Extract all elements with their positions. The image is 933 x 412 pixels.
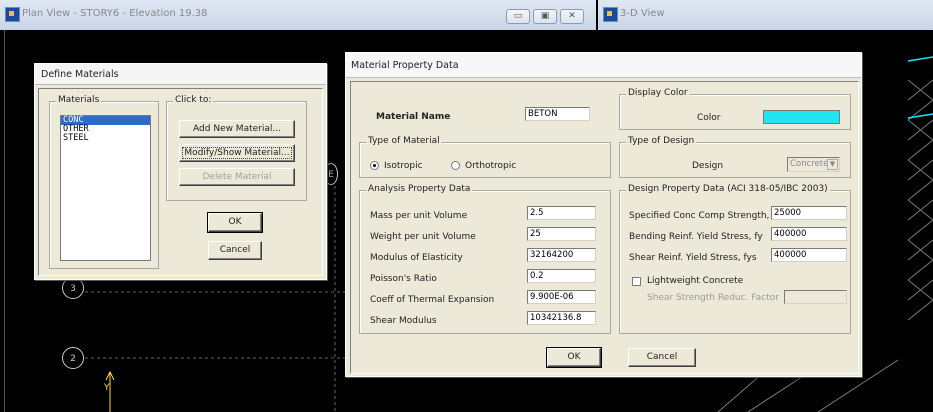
material-name-label: Material Name bbox=[376, 112, 451, 122]
display-color-label: Display Color bbox=[626, 88, 690, 98]
color-swatch[interactable] bbox=[763, 110, 840, 124]
ok-button[interactable]: OK bbox=[546, 347, 602, 368]
design-label: Design bbox=[692, 161, 724, 171]
lightweight-concrete-checkbox[interactable] bbox=[632, 277, 641, 286]
materials-group-label: Materials bbox=[56, 95, 102, 105]
isotropic-radio[interactable] bbox=[370, 161, 379, 170]
fy-stress-input[interactable]: 400000 bbox=[771, 227, 847, 241]
display-color-group: Display Color Color bbox=[619, 88, 851, 130]
3d-view-title: 3-D View bbox=[620, 8, 665, 19]
plan-view-titlebar[interactable]: Plan View - STORY6 - Elevation 19.38 ▭ ▣… bbox=[0, 0, 596, 30]
cancel-button[interactable]: Cancel bbox=[208, 241, 262, 260]
fc-strength-label: Specified Conc Comp Strength, f'c bbox=[629, 211, 783, 221]
analysis-property-group: Analysis Property Data Mass per unit Vol… bbox=[359, 184, 611, 334]
type-of-design-group: Type of Design Design Concrete ▼ bbox=[619, 136, 851, 178]
delete-material-button[interactable]: Delete Material bbox=[179, 168, 295, 186]
weight-per-volume-label: Weight per unit Volume bbox=[370, 232, 476, 242]
click-to-label: Click to: bbox=[173, 95, 214, 105]
y-axis-label: Y bbox=[104, 383, 110, 393]
material-property-body: Material Name BETON Type of Material Iso… bbox=[350, 81, 859, 374]
orthotropic-label: Orthotropic bbox=[465, 161, 517, 171]
thermal-expansion-label: Coeff of Thermal Expansion bbox=[370, 295, 495, 305]
define-materials-body: Materials CONC OTHER STEEL Click to: Add… bbox=[38, 88, 323, 276]
orthotropic-radio[interactable] bbox=[451, 161, 460, 170]
list-item[interactable]: STEEL bbox=[61, 134, 150, 143]
materials-group: Materials CONC OTHER STEEL bbox=[49, 95, 159, 269]
plan-view-title: Plan View - STORY6 - Elevation 19.38 bbox=[22, 8, 208, 19]
design-property-label: Design Property Data (ACI 318-05/IBC 200… bbox=[626, 184, 830, 194]
etabs-app-icon bbox=[5, 7, 20, 22]
add-new-material-button[interactable]: Add New Material... bbox=[179, 120, 295, 138]
type-of-material-label: Type of Material bbox=[366, 136, 442, 146]
weight-per-volume-input[interactable]: 25 bbox=[527, 227, 596, 241]
design-property-group: Design Property Data (ACI 318-05/IBC 200… bbox=[619, 184, 851, 334]
thermal-expansion-input[interactable]: 9.900E-06 bbox=[527, 290, 596, 304]
fy-stress-label: Bending Reinf. Yield Stress, fy bbox=[629, 232, 763, 242]
analysis-property-label: Analysis Property Data bbox=[366, 184, 473, 194]
modulus-of-elasticity-input[interactable]: 32164200 bbox=[527, 248, 596, 262]
ok-button[interactable]: OK bbox=[207, 212, 263, 233]
design-select-value: Concrete bbox=[790, 159, 829, 169]
materials-list[interactable]: CONC OTHER STEEL bbox=[60, 115, 151, 261]
define-materials-titlebar[interactable]: Define Materials bbox=[35, 64, 326, 85]
modify-show-material-button[interactable]: Modify/Show Material... bbox=[179, 144, 295, 162]
shear-strength-reduc-label: Shear Strength Reduc. Factor bbox=[647, 293, 779, 303]
material-property-title: Material Property Data bbox=[351, 60, 459, 71]
poissons-ratio-input[interactable]: 0.2 bbox=[527, 269, 596, 283]
define-materials-title: Define Materials bbox=[41, 69, 119, 80]
shear-strength-reduc-input[interactable] bbox=[784, 290, 847, 304]
grid-bubble-3: 3 bbox=[62, 277, 84, 299]
grid-bubble-2: 2 bbox=[62, 347, 84, 369]
type-of-design-label: Type of Design bbox=[626, 136, 697, 146]
modulus-of-elasticity-label: Modulus of Elasticity bbox=[370, 253, 463, 263]
lightweight-concrete-label: Lightweight Concrete bbox=[647, 276, 744, 286]
mass-per-volume-input[interactable]: 2.5 bbox=[527, 206, 596, 220]
type-of-material-group: Type of Material Isotropic Orthotropic bbox=[359, 136, 611, 178]
3d-view-titlebar[interactable]: 3-D View bbox=[598, 0, 933, 30]
fc-strength-input[interactable]: 25000 bbox=[771, 206, 847, 220]
color-label: Color bbox=[697, 113, 721, 123]
define-materials-dialog[interactable]: Define Materials Materials CONC OTHER ST… bbox=[34, 63, 327, 280]
etabs-app-icon bbox=[603, 7, 618, 22]
close-icon[interactable]: ✕ bbox=[560, 9, 584, 24]
shear-modulus-input[interactable]: 10342136.8 bbox=[527, 311, 596, 325]
isotropic-label: Isotropic bbox=[384, 161, 423, 171]
click-to-group: Click to: Add New Material... Modify/Sho… bbox=[166, 95, 307, 201]
mass-per-volume-label: Mass per unit Volume bbox=[370, 211, 468, 221]
minimize-icon[interactable]: ▭ bbox=[506, 9, 530, 24]
cancel-button[interactable]: Cancel bbox=[628, 348, 696, 367]
material-name-input[interactable]: BETON bbox=[525, 107, 590, 121]
material-property-titlebar[interactable]: Material Property Data bbox=[346, 53, 861, 78]
fys-stress-label: Shear Reinf. Yield Stress, fys bbox=[629, 253, 757, 263]
poissons-ratio-label: Poisson's Ratio bbox=[370, 274, 437, 284]
shear-modulus-label: Shear Modulus bbox=[370, 316, 437, 326]
fys-stress-input[interactable]: 400000 bbox=[771, 248, 847, 262]
restore-icon[interactable]: ▣ bbox=[533, 9, 557, 24]
chevron-down-icon[interactable]: ▼ bbox=[827, 159, 838, 170]
material-property-dialog[interactable]: Material Property Data Material Name BET… bbox=[345, 52, 862, 377]
